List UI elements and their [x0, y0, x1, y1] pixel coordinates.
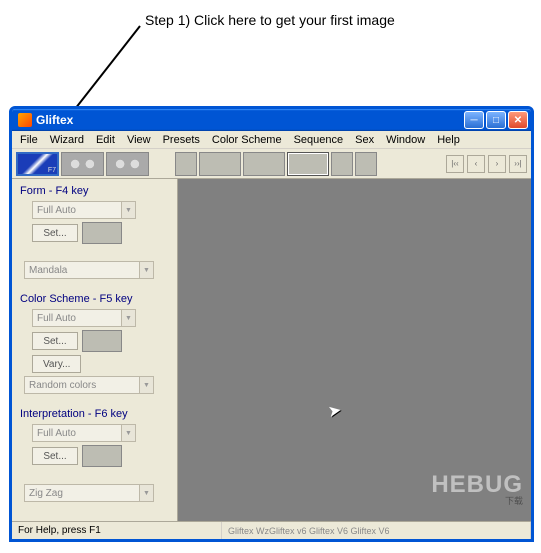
menu-presets[interactable]: Presets — [157, 133, 206, 147]
toolbar-slot-a[interactable] — [175, 152, 197, 176]
menu-window[interactable]: Window — [380, 133, 431, 147]
minimize-button[interactable]: ─ — [464, 111, 484, 129]
chevron-down-icon: ▼ — [121, 425, 135, 441]
nav-last-button[interactable]: ››| — [509, 155, 527, 173]
toolbar-slot-f[interactable] — [355, 152, 377, 176]
watermark-sub: 下载 — [505, 494, 523, 507]
interp-set-button[interactable]: Set... — [32, 447, 78, 465]
color-panel: Color Scheme - F5 key Full Auto▼ Set... … — [20, 293, 169, 394]
cursor-icon: ➤ — [326, 400, 343, 422]
form-swatch[interactable] — [82, 222, 122, 244]
form-shape-select[interactable]: Mandala▼ — [24, 261, 154, 279]
app-window: Gliftex ─ □ ✕ File Wizard Edit View Pres… — [9, 106, 534, 542]
canvas-area[interactable]: ➤ HEBUG 下载 — [178, 179, 531, 521]
menubar: File Wizard Edit View Presets Color Sche… — [12, 131, 531, 149]
menu-color-scheme[interactable]: Color Scheme — [206, 133, 288, 147]
form-set-button[interactable]: Set... — [32, 224, 78, 242]
app-icon — [18, 113, 32, 127]
menu-file[interactable]: File — [14, 133, 44, 147]
chevron-down-icon: ▼ — [139, 377, 153, 393]
workspace: Form - F4 key Full Auto▼ Set... Mandala▼… — [12, 179, 531, 521]
color-set-button[interactable]: Set... — [32, 332, 78, 350]
chevron-down-icon: ▼ — [121, 202, 135, 218]
status-info: Gliftex WzGliftex v6 Gliftex V6 Gliftex … — [222, 522, 531, 539]
color-panel-title: Color Scheme - F5 key — [20, 293, 169, 305]
menu-sex[interactable]: Sex — [349, 133, 380, 147]
form-panel: Form - F4 key Full Auto▼ Set... Mandala▼ — [20, 185, 169, 279]
toolbar: F7 |‹‹ ‹ › ››| — [12, 149, 531, 179]
interp-panel-title: Interpretation - F6 key — [20, 408, 169, 420]
menu-help[interactable]: Help — [431, 133, 466, 147]
preset-thumb-2[interactable] — [61, 152, 104, 176]
sidebar: Form - F4 key Full Auto▼ Set... Mandala▼… — [12, 179, 178, 521]
toolbar-slot-d[interactable] — [287, 152, 329, 176]
menu-wizard[interactable]: Wizard — [44, 133, 90, 147]
toolbar-slot-c[interactable] — [243, 152, 285, 176]
wizard-generate-button[interactable]: F7 — [16, 152, 59, 176]
chevron-down-icon: ▼ — [121, 310, 135, 326]
close-button[interactable]: ✕ — [508, 111, 528, 129]
chevron-down-icon: ▼ — [139, 262, 153, 278]
status-help: For Help, press F1 — [12, 522, 222, 539]
color-mode-select[interactable]: Full Auto▼ — [32, 309, 136, 327]
toolbar-slot-e[interactable] — [331, 152, 353, 176]
statusbar: For Help, press F1 Gliftex WzGliftex v6 … — [12, 521, 531, 539]
form-mode-select[interactable]: Full Auto▼ — [32, 201, 136, 219]
color-vary-button[interactable]: Vary... — [32, 355, 81, 373]
toolbar-slot-b[interactable] — [199, 152, 241, 176]
form-panel-title: Form - F4 key — [20, 185, 169, 197]
nav-prev-button[interactable]: ‹ — [467, 155, 485, 173]
interp-panel: Interpretation - F6 key Full Auto▼ Set..… — [20, 408, 169, 502]
interp-style-select[interactable]: Zig Zag▼ — [24, 484, 154, 502]
titlebar[interactable]: Gliftex ─ □ ✕ — [12, 109, 531, 131]
menu-sequence[interactable]: Sequence — [288, 133, 350, 147]
color-swatch[interactable] — [82, 330, 122, 352]
maximize-button[interactable]: □ — [486, 111, 506, 129]
nav-first-button[interactable]: |‹‹ — [446, 155, 464, 173]
preset-thumb-3[interactable] — [106, 152, 149, 176]
menu-view[interactable]: View — [121, 133, 157, 147]
interp-mode-select[interactable]: Full Auto▼ — [32, 424, 136, 442]
color-palette-select[interactable]: Random colors▼ — [24, 376, 154, 394]
window-title: Gliftex — [36, 113, 464, 127]
chevron-down-icon: ▼ — [139, 485, 153, 501]
instruction-text: Step 1) Click here to get your first ima… — [145, 12, 395, 28]
nav-next-button[interactable]: › — [488, 155, 506, 173]
menu-edit[interactable]: Edit — [90, 133, 121, 147]
interp-swatch[interactable] — [82, 445, 122, 467]
